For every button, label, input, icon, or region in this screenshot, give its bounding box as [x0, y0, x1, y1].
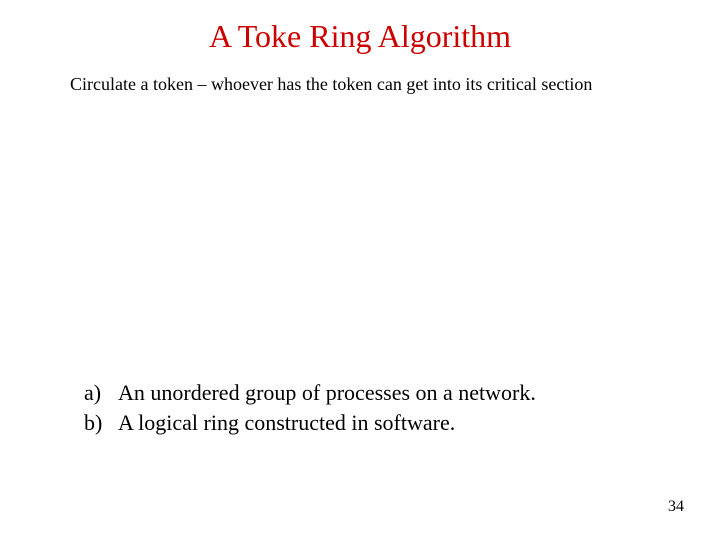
option-list: a) An unordered group of processes on a … [84, 378, 680, 437]
list-text: A logical ring constructed in software. [118, 408, 455, 438]
page-number: 34 [668, 498, 684, 516]
list-text: An unordered group of processes on a net… [118, 378, 536, 408]
list-item: a) An unordered group of processes on a … [84, 378, 680, 408]
slide: A Toke Ring Algorithm Circulate a token … [0, 0, 720, 540]
list-marker: b) [84, 408, 118, 438]
slide-subtext: Circulate a token – whoever has the toke… [70, 74, 680, 95]
slide-title: A Toke Ring Algorithm [0, 18, 720, 55]
list-marker: a) [84, 378, 118, 408]
list-item: b) A logical ring constructed in softwar… [84, 408, 680, 438]
